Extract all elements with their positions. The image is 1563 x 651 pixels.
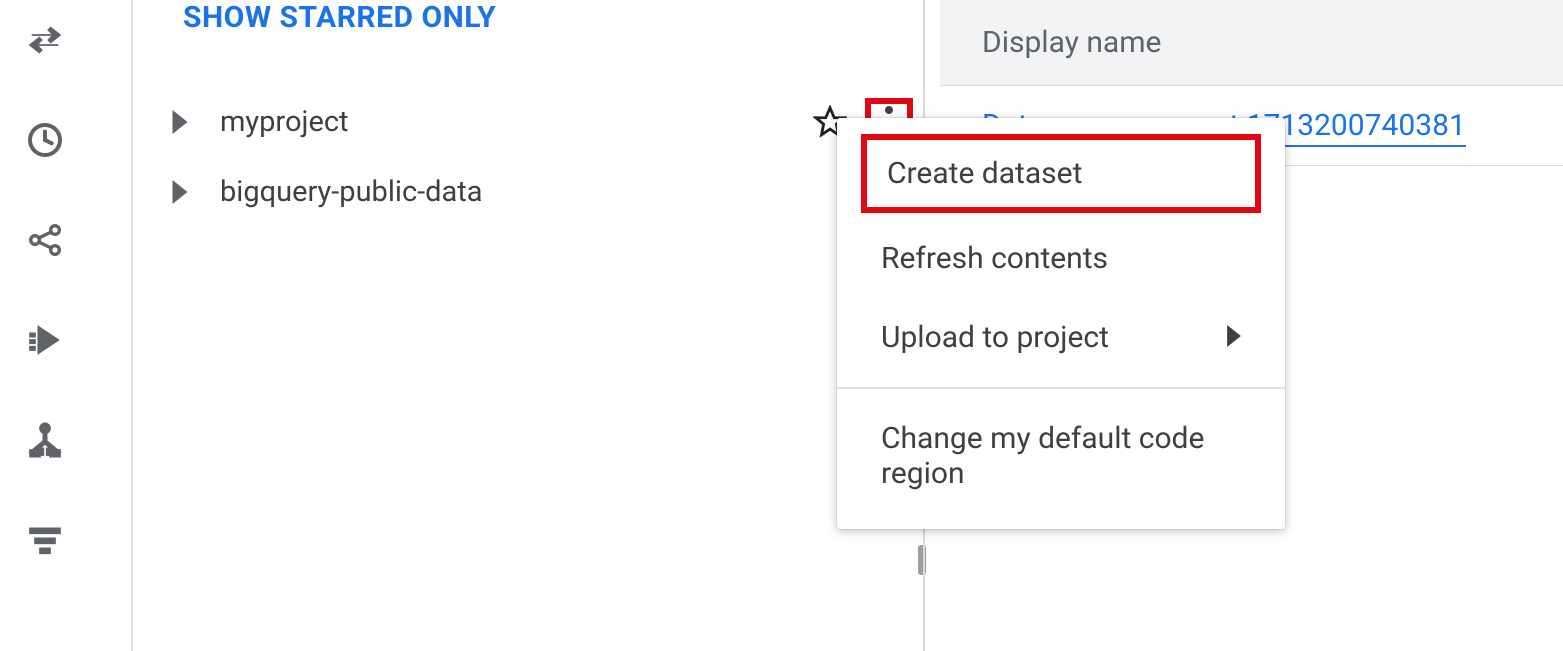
transfer-icon[interactable] bbox=[25, 20, 65, 60]
project-row-myproject[interactable]: myproject bbox=[133, 87, 933, 157]
project-context-menu: Create dataset Refresh contents Upload t… bbox=[837, 118, 1285, 529]
menu-item-label: Upload to project bbox=[881, 320, 1109, 355]
filter-icon[interactable] bbox=[25, 520, 65, 560]
menu-item-change-default-region[interactable]: Change my default code region bbox=[837, 399, 1285, 513]
chevron-right-icon[interactable] bbox=[168, 110, 192, 134]
column-header-label: Display name bbox=[982, 25, 1161, 60]
menu-item-create-dataset[interactable]: Create dataset bbox=[861, 134, 1261, 213]
menu-item-upload-to-project[interactable]: Upload to project bbox=[837, 298, 1285, 377]
explorer-panel: SHOW STARRED ONLY myproject bigquery-pub… bbox=[133, 0, 933, 227]
clock-icon[interactable] bbox=[25, 120, 65, 160]
menu-item-label: Change my default code region bbox=[881, 421, 1241, 491]
show-starred-toggle[interactable]: SHOW STARRED ONLY bbox=[133, 0, 933, 35]
chevron-right-icon[interactable] bbox=[168, 180, 192, 204]
project-row-bigquery-public-data[interactable]: bigquery-public-data bbox=[133, 157, 933, 227]
menu-item-refresh-contents[interactable]: Refresh contents bbox=[837, 219, 1285, 298]
left-icon-rail bbox=[0, 0, 90, 651]
project-name-label: bigquery-public-data bbox=[220, 175, 879, 209]
project-tree: myproject bigquery-public-data bbox=[133, 87, 933, 227]
share-icon[interactable] bbox=[25, 220, 65, 260]
export-icon[interactable] bbox=[25, 320, 65, 360]
project-name-label: myproject bbox=[220, 105, 813, 139]
chevron-right-icon bbox=[1227, 320, 1241, 355]
menu-separator bbox=[837, 387, 1285, 389]
branch-icon[interactable] bbox=[25, 420, 65, 460]
column-header-display-name[interactable]: Display name bbox=[940, 0, 1563, 86]
menu-item-label: Refresh contents bbox=[881, 241, 1108, 276]
